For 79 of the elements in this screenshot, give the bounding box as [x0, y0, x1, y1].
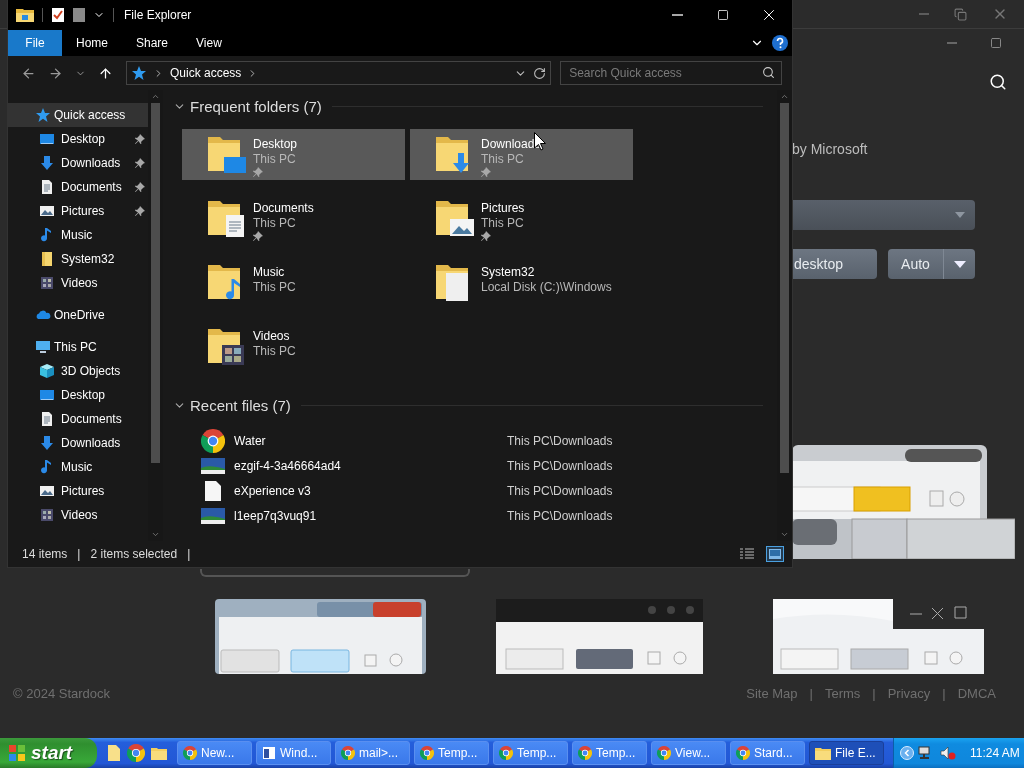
nav-item[interactable]: This PC	[8, 335, 148, 359]
file-row[interactable]: l1eep7q3vuq91 This PC\Downloads	[173, 503, 763, 528]
folder-tile[interactable]: Music This PC	[182, 257, 405, 308]
status-separator: |	[77, 547, 81, 561]
file-location: This PC\Downloads	[507, 458, 613, 473]
folder-name: Desktop	[253, 137, 298, 151]
taskbar-button[interactable]: New...	[177, 741, 252, 765]
folder-tile[interactable]: System32 Local Disk (C:)\Windows	[410, 257, 633, 308]
folder-tile[interactable]: Pictures This PC	[410, 193, 633, 244]
folder-tile[interactable]: Desktop This PC	[182, 129, 405, 180]
nav-item[interactable]: Pictures	[8, 479, 148, 503]
copyright-text: © 2024 Stardock	[13, 686, 111, 701]
start-button[interactable]: start	[0, 738, 97, 768]
file-location: This PC\Downloads	[507, 508, 613, 523]
taskbar-button[interactable]: Stard...	[730, 741, 805, 765]
nav-item[interactable]: Quick access	[8, 103, 148, 127]
nav-item[interactable]: Documents	[8, 175, 148, 199]
app-publisher: by Microsoft	[792, 141, 869, 157]
taskbar-button[interactable]: Wind...	[256, 741, 331, 765]
taskbar-button[interactable]: View...	[651, 741, 726, 765]
folder-tile[interactable]: Videos This PC	[182, 321, 405, 372]
section-header[interactable]: Recent files (7)	[173, 395, 763, 415]
nav-item[interactable]: Desktop	[8, 127, 148, 151]
nav-item[interactable]: Downloads	[8, 431, 148, 455]
file-name: ezgif-4-3a46664ad4	[234, 458, 342, 473]
folder-name: Music	[253, 265, 286, 279]
file-row[interactable]: ezgif-4-3a46664ad4 This PC\Downloads	[173, 453, 763, 478]
folder-location: This PC	[253, 152, 297, 166]
folder-location: Local Disk (C:)\Windows	[481, 280, 612, 294]
ribbon-tab[interactable]: Share	[122, 30, 183, 56]
nav-item[interactable]: OneDrive	[8, 303, 148, 327]
file-location: This PC\Downloads	[507, 433, 613, 448]
file-row[interactable]: eXperience v3 This PC\Downloads	[173, 478, 763, 503]
section-header[interactable]: Frequent folders (7)	[173, 96, 763, 116]
status-text: 14 items	[22, 547, 68, 561]
window-title: File Explorer	[124, 8, 193, 22]
folder-location: This PC	[253, 216, 297, 230]
taskbar-button[interactable]: Temp...	[493, 741, 568, 765]
nav-item[interactable]: Downloads	[8, 151, 148, 175]
folder-name: System32	[481, 265, 536, 279]
link-separator: |	[809, 686, 813, 701]
nav-item[interactable]: Documents	[8, 407, 148, 431]
folder-location: This PC	[481, 216, 525, 230]
split-button[interactable]: Auto	[888, 249, 975, 279]
nav-item[interactable]: Videos	[8, 271, 148, 295]
status-text: 2 items selected	[90, 547, 178, 561]
file-name: eXperience v3	[234, 483, 312, 498]
taskbar-button[interactable]: Temp...	[572, 741, 647, 765]
nav-item[interactable]: Pictures	[8, 199, 148, 223]
desktop-button[interactable]: desktop	[792, 249, 877, 279]
folder-location: This PC	[481, 152, 525, 166]
folder-name: Documents	[253, 201, 314, 215]
taskbar-button[interactable]: Temp...	[414, 741, 489, 765]
nav-item[interactable]: Music	[8, 223, 148, 247]
folder-tile[interactable]: Documents This PC	[182, 193, 405, 244]
folder-name: Videos	[253, 329, 291, 343]
nav-item[interactable]: 3D Objects	[8, 359, 148, 383]
search-field[interactable]: Search Quick access	[560, 61, 782, 85]
ribbon-tab[interactable]: View	[182, 30, 236, 56]
file-name: Water	[234, 433, 267, 448]
taskbar-button[interactable]: mail>...	[335, 741, 410, 765]
status-separator: |	[187, 547, 191, 561]
clock: 11:24 AM	[970, 746, 1020, 760]
nav-item[interactable]: Videos	[8, 503, 148, 527]
nav-item[interactable]: System32	[8, 247, 148, 271]
nav-item[interactable]: Music	[8, 455, 148, 479]
taskbar-button[interactable]: File E...	[809, 741, 884, 765]
file-name: l1eep7q3vuq91	[234, 508, 318, 523]
folder-name: Pictures	[481, 201, 525, 215]
nav-item[interactable]: Desktop	[8, 383, 148, 407]
file-row[interactable]: Water This PC\Downloads	[173, 428, 763, 453]
link-separator: |	[942, 686, 946, 701]
file-location: This PC\Downloads	[507, 483, 613, 498]
link-separator: |	[872, 686, 876, 701]
file-menu-tab[interactable]: File	[8, 30, 62, 56]
ribbon-tab[interactable]: Home	[62, 30, 122, 56]
folder-location: This PC	[253, 280, 296, 294]
folder-location: This PC	[253, 344, 296, 358]
address-bar[interactable]: Quick access	[126, 61, 552, 85]
